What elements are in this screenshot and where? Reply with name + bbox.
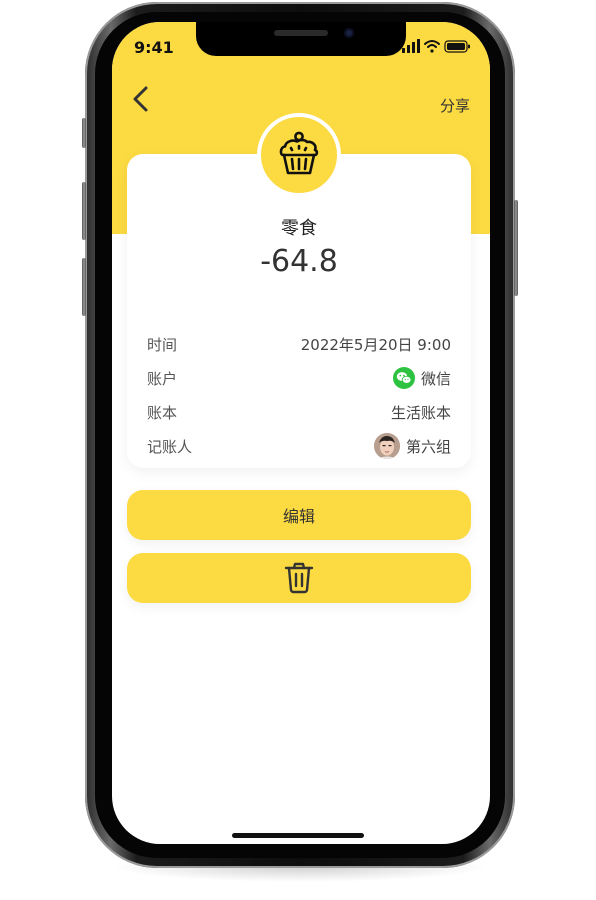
delete-button[interactable] [127, 553, 471, 603]
detail-label: 记账人 [147, 437, 193, 456]
wechat-icon [392, 367, 415, 389]
edit-button-label: 编辑 [282, 507, 315, 526]
detail-label: 账本 [147, 403, 178, 422]
front-camera [344, 28, 354, 38]
account-value: 微信 [420, 369, 451, 388]
chevron-left-icon [133, 86, 148, 112]
back-button[interactable] [126, 84, 156, 114]
transaction-card: 零食 -64.8 时间 2022年5月20日 9:00 账户 微信 账本 生活账… [127, 154, 471, 468]
transaction-amount: -64.8 [260, 244, 338, 279]
volume-down-button [82, 258, 86, 316]
earpiece-speaker [274, 30, 328, 36]
time-value: 2022年5月20日 9:00 [300, 335, 451, 354]
home-indicator[interactable] [232, 833, 364, 838]
detail-value: 第六组 [373, 433, 451, 459]
detail-value: 2022年5月20日 9:00 [301, 334, 451, 355]
share-button[interactable]: 分享 [440, 95, 470, 116]
trash-icon [284, 562, 314, 594]
detail-value: 生活账本 [391, 402, 451, 423]
status-time: 9:41 [134, 38, 174, 57]
detail-value: 微信 [392, 367, 451, 389]
wifi-icon [424, 40, 440, 53]
status-icons [402, 38, 472, 54]
battery-icon [444, 40, 470, 53]
detail-row-recorder: 记账人 第六组 [147, 433, 451, 459]
cupcake-icon [279, 131, 319, 175]
ledger-value: 生活账本 [390, 403, 451, 422]
signal-icon [402, 39, 420, 53]
detail-label: 时间 [147, 335, 178, 354]
mute-switch [82, 118, 86, 148]
avatar [373, 433, 400, 459]
notch [196, 22, 406, 56]
app-screen: 9:41 分享 零食 -64.8 时间 2022年5月20日 9:00 账户 微… [112, 22, 490, 844]
edit-button[interactable]: 编辑 [127, 490, 471, 540]
detail-row-ledger: 账本 生活账本 [147, 400, 451, 424]
power-button [514, 200, 518, 296]
detail-row-account: 账户 微信 [147, 366, 451, 390]
volume-up-button [82, 182, 86, 240]
detail-row-time: 时间 2022年5月20日 9:00 [147, 332, 451, 356]
detail-label: 账户 [147, 369, 178, 388]
category-name: 零食 [281, 218, 317, 239]
category-badge [257, 113, 341, 197]
recorder-value: 第六组 [405, 437, 451, 456]
